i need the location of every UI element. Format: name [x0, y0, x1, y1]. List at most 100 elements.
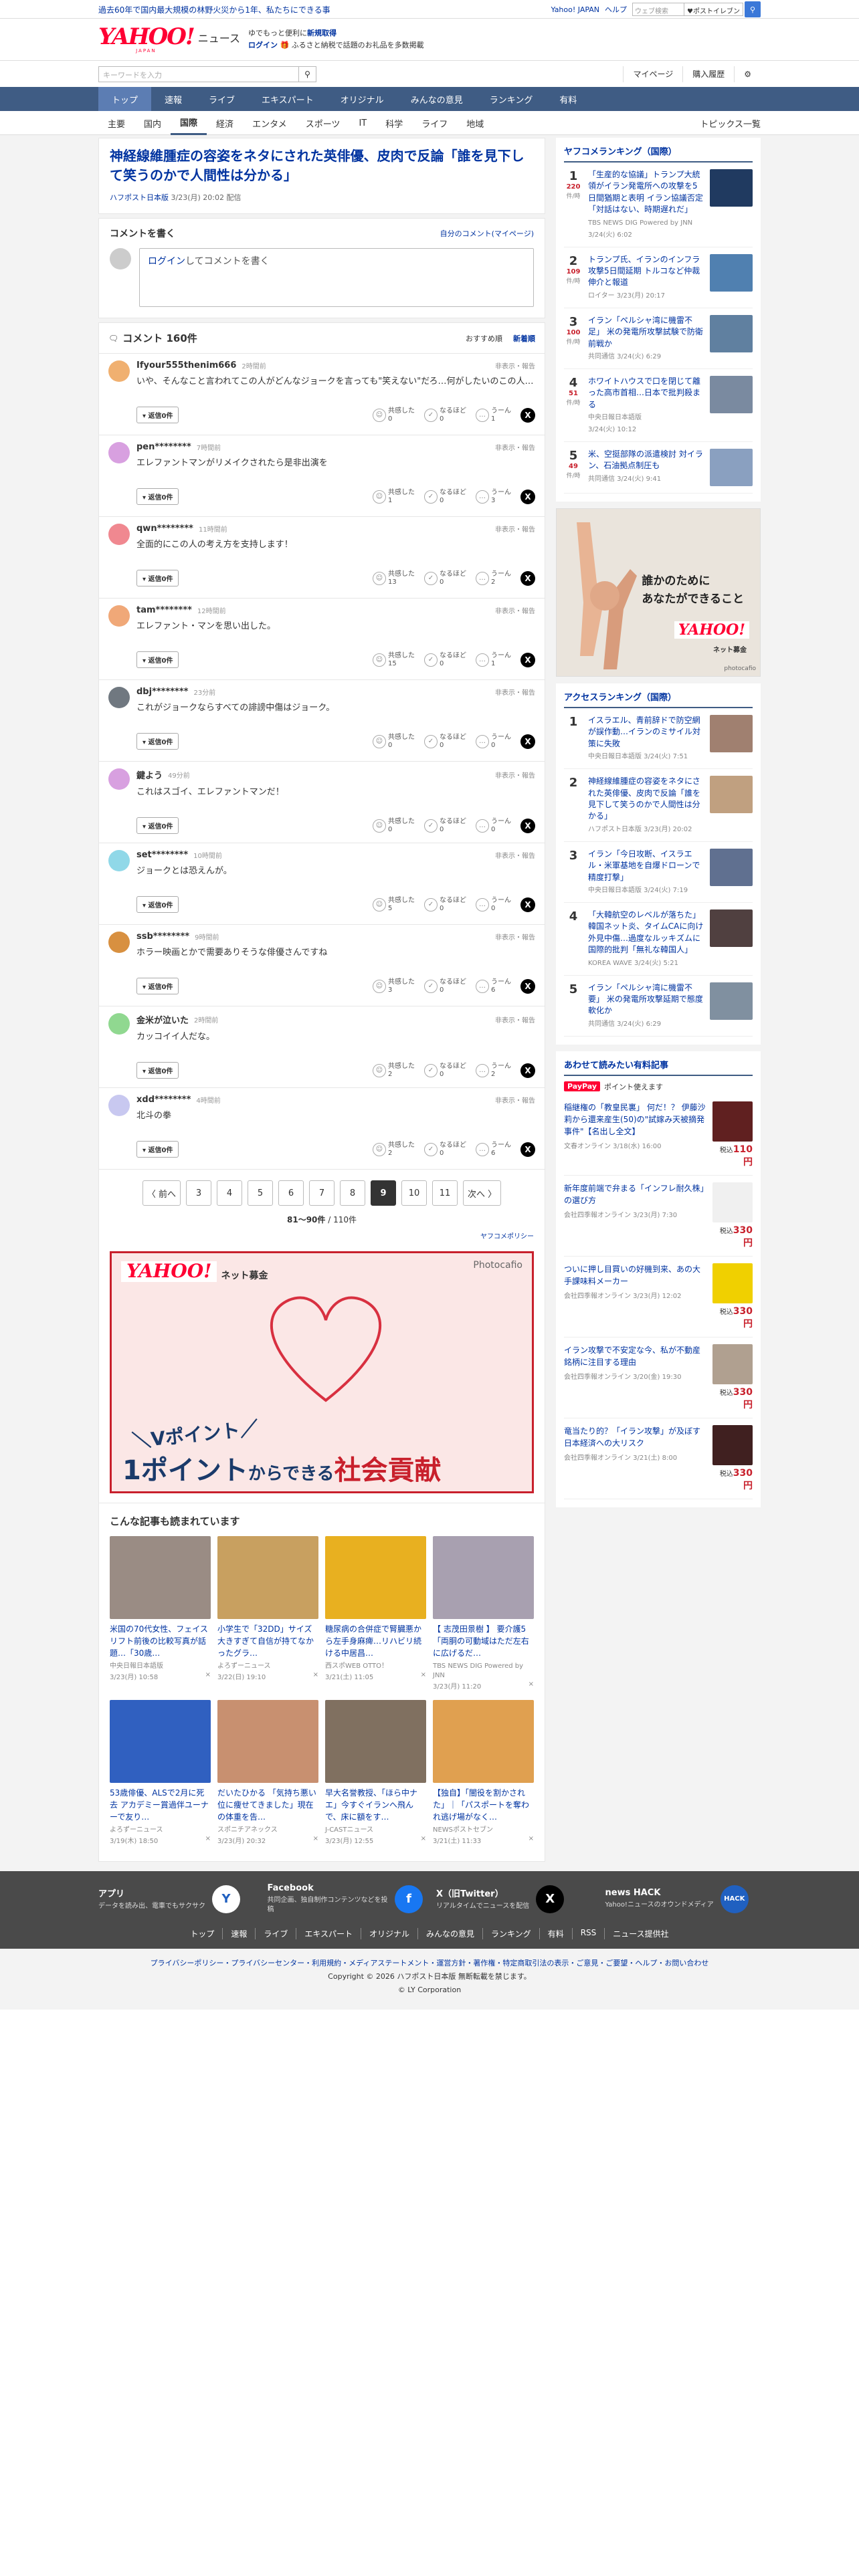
access-ranking-item[interactable]: 2 神経線維腫症の容姿をネタにされた英俳優、皮肉で反論「誰を見下して笑うのかで人間… [564, 769, 753, 842]
close-icon[interactable]: × [421, 1835, 426, 1845]
gnav-item-7[interactable]: 有料 [546, 87, 590, 111]
report-link[interactable]: 非表示・報告 [495, 850, 535, 860]
close-icon[interactable]: × [529, 1681, 534, 1691]
report-link[interactable]: 非表示・報告 [495, 524, 535, 534]
also-read-item[interactable]: 53歳俳優、ALSで2月に死去 アカデミー賞過伴ユーナーで友り… よろずーニュース… [110, 1700, 211, 1845]
ranking-item[interactable]: 3 100 件/時 イラン「ペルシャ湾に機雷不足」 米の発電所攻撃試験で防衛前戦か 共同… [564, 308, 753, 369]
sort-recommended[interactable]: おすすめ順 [466, 333, 502, 344]
close-icon[interactable]: × [313, 1835, 318, 1845]
page-3-button[interactable]: 3 [186, 1180, 211, 1206]
reply-toggle-button[interactable]: ▾ 返信0件 [136, 570, 179, 586]
access-ranking-item[interactable]: 3 イラン「今日攻断、イスラエル・米軍基地を自爆ドローンで精度打撃」 中央日報日本語… [564, 842, 753, 903]
empathy-button[interactable]: ☺ 共感した 15 [373, 652, 415, 668]
comment-user[interactable]: 鍵よう [136, 768, 163, 781]
empathy-button[interactable]: ☺ 共感した 2 [373, 1142, 415, 1158]
comment-user[interactable]: ssb******** [136, 932, 189, 942]
keyword-search-input[interactable]: キーワードを入力 [98, 66, 299, 82]
page-4-button[interactable]: 4 [217, 1180, 242, 1206]
x-share-icon[interactable]: X [520, 570, 535, 586]
page-6-button[interactable]: 6 [278, 1180, 304, 1206]
empathy-button[interactable]: ☺ 共感した 3 [373, 978, 415, 994]
insight-button[interactable]: ✓ なるほど 0 [424, 897, 466, 913]
page-11-button[interactable]: 11 [432, 1180, 458, 1206]
login-link[interactable]: ログイン [248, 41, 278, 49]
avatar[interactable] [108, 605, 130, 627]
avatar[interactable] [108, 1013, 130, 1035]
snav-item-5[interactable]: スポーツ [296, 111, 350, 135]
ranking-item[interactable]: 1 220 件/時 「生産的な協議」トランプ大統領がイラン発電所への攻撃を5日間猶期と… [564, 163, 753, 247]
insight-button[interactable]: ✓ なるほど 0 [424, 652, 466, 668]
footer-nav-9[interactable]: ニュース提供社 [604, 1928, 676, 1939]
comment-user[interactable]: dbj******** [136, 687, 188, 697]
x-share-icon[interactable]: X [520, 734, 535, 749]
ranking-title[interactable]: イラン「ペルシャ湾に機雷不足」 米の発電所攻撃試験で防衛前戦か [588, 315, 704, 350]
avatar[interactable] [108, 524, 130, 545]
article-source[interactable]: ハフポスト日本版 [110, 193, 169, 202]
hmm-button[interactable]: … うーん 2 [476, 570, 511, 586]
comment-policy-link[interactable]: ヤフコメポリシー [99, 1225, 545, 1241]
insight-button[interactable]: ✓ なるほど 0 [424, 978, 466, 994]
access-ranking-item[interactable]: 4 「大韓航空のレベルが落ちた」韓国ネット炎、タイムCAに向け外見中傷…過度なルッ… [564, 903, 753, 976]
comment-user[interactable]: pen******** [136, 442, 191, 452]
access-title[interactable]: 神経線維腫症の容姿をネタにされた英俳優、皮肉で反論「誰を見下して笑うのかで人間性… [588, 776, 704, 823]
avatar[interactable] [108, 442, 130, 463]
access-ranking-item[interactable]: 1 イスラエル、青前辞ドで防空網が誤作動…イランのミサイル対策に失敗 中央日報日本語… [564, 708, 753, 770]
ranking-item[interactable]: 5 49 件/時 米、空挺部隊の派遣検討 対イラン、石油拠点制圧も 共同通信 3/24(… [564, 442, 753, 494]
paid-article-item[interactable]: 新年度前端で弁まる「インフレ耐久株」の選び方 会社四季報オンライン 3/23(月)… [564, 1176, 753, 1257]
also-read-item[interactable]: 小学生で「32DD」サイズ 大きすぎて自信が持てなかったグラ… よろずーニュース 3… [217, 1536, 318, 1691]
page-8-button[interactable]: 8 [340, 1180, 365, 1206]
ranking-item[interactable]: 2 109 件/時 トランプ氏、イランのインフラ攻撃5日間延期 トルコなど仲裁伸介と報… [564, 247, 753, 308]
insight-button[interactable]: ✓ なるほど 0 [424, 570, 466, 586]
empathy-button[interactable]: ☺ 共感した 0 [373, 734, 415, 750]
empathy-button[interactable]: ☺ 共感した 5 [373, 897, 415, 913]
ranking-item[interactable]: 4 51 件/時 ホワイトハウスで口を閉じて離った高市首相…日本で批判殺まる 中央日報日… [564, 369, 753, 443]
x-share-icon[interactable]: X [520, 978, 535, 994]
empathy-button[interactable]: ☺ 共感した 0 [373, 818, 415, 834]
close-icon[interactable]: × [205, 1835, 211, 1845]
reply-toggle-button[interactable]: ▾ 返信0件 [136, 978, 179, 994]
avatar[interactable] [108, 360, 130, 382]
x-share-icon[interactable]: X [520, 652, 535, 667]
reply-toggle-button[interactable]: ▾ 返信0件 [136, 1062, 179, 1079]
topics-list-link[interactable]: トピックス一覧 [700, 117, 761, 130]
empathy-button[interactable]: ☺ 共感した 1 [373, 489, 415, 505]
close-icon[interactable]: × [529, 1835, 534, 1845]
paid-article-item[interactable]: ついに押し目買いの好機到来、あの大手課味料メーカー 会社四季報オンライン 3/23… [564, 1257, 753, 1337]
paid-article-title[interactable]: 竜当たり的？「イラン攻撃」が及ぼす日本経済への大リスク [564, 1425, 707, 1449]
next-page-button[interactable]: 次へ 〉 [463, 1180, 502, 1206]
access-title[interactable]: 「大韓航空のレベルが落ちた」韓国ネット炎、タイムCAに向け外見中傷…過度なルッキ… [588, 909, 704, 956]
ranking-title[interactable]: 米、空挺部隊の派遣検討 対イラン、石油拠点制圧も [588, 449, 704, 472]
also-read-title[interactable]: 米国の70代女性、フェイスリフト前後の比較写真が話題…「30歳… [110, 1623, 211, 1659]
footer-nav-1[interactable]: 速報 [222, 1928, 255, 1939]
hmm-button[interactable]: … うーん 6 [476, 978, 511, 994]
report-link[interactable]: 非表示・報告 [495, 932, 535, 942]
comment-user[interactable]: qwn******** [136, 524, 193, 534]
report-link[interactable]: 非表示・報告 [495, 770, 535, 780]
comment-user[interactable]: set******** [136, 850, 188, 860]
comment-input[interactable]: ログインしてコメントを書く [139, 248, 534, 307]
snav-item-9[interactable]: 地域 [457, 111, 493, 135]
empathy-button[interactable]: ☺ 共感した 13 [373, 570, 415, 586]
avatar[interactable] [108, 932, 130, 953]
comment-user[interactable]: 金米が泣いた [136, 1013, 189, 1026]
footer-nav-7[interactable]: 有料 [539, 1928, 572, 1939]
avatar[interactable] [108, 687, 130, 708]
empathy-button[interactable]: ☺ 共感した 0 [373, 407, 415, 423]
page-7-button[interactable]: 7 [309, 1180, 335, 1206]
also-read-item[interactable]: だいたひかる 「気持ち悪い位に痩せてきました」現在の体重を告… スポニチアネックス… [217, 1700, 318, 1845]
web-search-input[interactable]: ウェブ検索 [632, 3, 685, 16]
footer-nav-6[interactable]: ランキング [482, 1928, 539, 1939]
footer-app-1[interactable]: Facebook 共同企画、独自制作コンテンツなどを投稿 f [268, 1883, 423, 1915]
report-link[interactable]: 非表示・報告 [495, 1014, 535, 1025]
comment-user[interactable]: tam******** [136, 605, 192, 615]
donation-ad-banner[interactable]: YAHOO! ネット募金 Photocafio ＼Vポイント／ 1ポイントからでき… [110, 1251, 534, 1493]
reply-toggle-button[interactable]: ▾ 返信0件 [136, 817, 179, 834]
gear-icon[interactable]: ⚙ [734, 66, 761, 82]
report-link[interactable]: 非表示・報告 [495, 442, 535, 452]
insight-button[interactable]: ✓ なるほど 0 [424, 489, 466, 505]
x-share-icon[interactable]: X [520, 818, 535, 833]
snav-item-1[interactable]: 国内 [134, 111, 171, 135]
snav-item-2[interactable]: 国際 [171, 111, 207, 135]
close-icon[interactable]: × [421, 1671, 426, 1681]
reply-toggle-button[interactable]: ▾ 返信0件 [136, 407, 179, 423]
